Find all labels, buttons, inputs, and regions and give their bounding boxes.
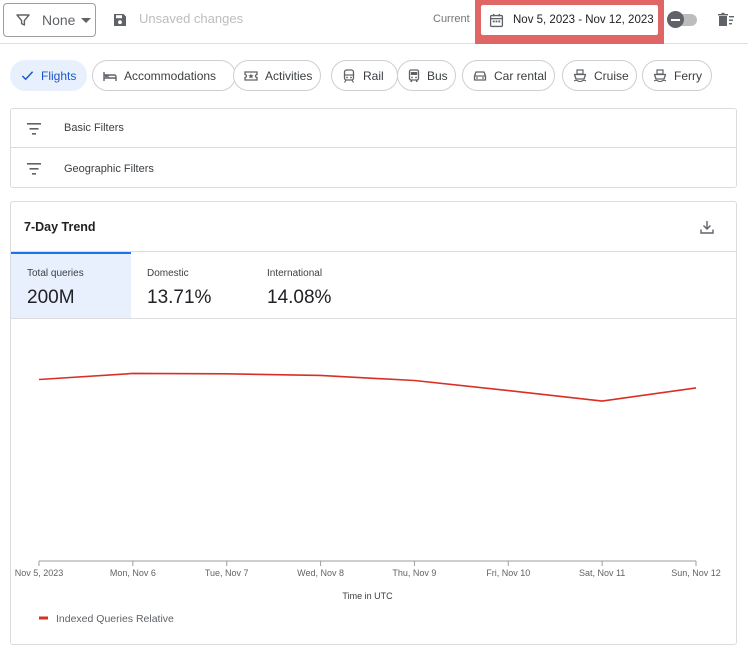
x-tick-label: Sat, Nov 11: [579, 568, 625, 578]
clear-all-icon[interactable]: [716, 10, 736, 30]
ship-icon: [573, 69, 587, 83]
filter-list-icon: [26, 162, 42, 176]
compare-toggle[interactable]: [667, 11, 697, 28]
basic-filters-row[interactable]: Basic Filters: [11, 109, 736, 148]
x-tick-label: Wed, Nov 8: [297, 568, 344, 578]
train-icon: [342, 68, 356, 83]
metrics-tabs: Total queries 200M Domestic 13.71% Inter…: [11, 252, 736, 319]
trend-card: 7-Day Trend Total queries 200M Domestic …: [10, 201, 737, 645]
basic-filters-label: Basic Filters: [64, 122, 124, 134]
chip-flights[interactable]: Flights: [10, 60, 87, 91]
metric-label: Domestic: [147, 268, 189, 279]
metric-label: Total queries: [27, 268, 84, 279]
save-icon[interactable]: [110, 10, 130, 30]
x-tick-label: Nov 5, 2023: [15, 568, 64, 578]
check-icon: [21, 69, 34, 83]
geographic-filters-label: Geographic Filters: [64, 162, 154, 175]
saved-filter-value: None: [42, 12, 76, 28]
chip-label: Car rental: [494, 68, 547, 83]
chip-label: Ferry: [674, 68, 702, 83]
chip-label: Accommodations: [124, 68, 217, 83]
x-axis-title: Time in UTC: [342, 591, 393, 601]
filter-panels: Basic Filters Geographic Filters: [10, 108, 737, 188]
metric-domestic[interactable]: Domestic 13.71%: [131, 252, 251, 318]
unsaved-changes-label: Unsaved changes: [139, 11, 244, 26]
ticket-icon: [244, 69, 258, 83]
metric-value: 200M: [27, 287, 75, 308]
metric-label: International: [267, 268, 323, 279]
download-icon[interactable]: [698, 218, 716, 236]
metric-value: 13.71%: [147, 287, 212, 308]
x-tick-label: Tue, Nov 7: [205, 568, 249, 578]
trend-card-header: 7-Day Trend: [11, 202, 736, 252]
metric-value: 14.08%: [267, 287, 332, 308]
chip-accommodations[interactable]: Accommodations: [92, 60, 236, 91]
top-toolbar: None Unsaved changes Current Nov 5, 2023…: [0, 0, 748, 44]
trend-line-chart: Nov 5, 2023 Mon, Nov 6 Tue, Nov 7 Wed, Nov …: [15, 372, 721, 625]
series-line: [38, 372, 697, 402]
chevron-down-icon: [81, 17, 92, 23]
chip-activities[interactable]: Activities: [233, 60, 321, 91]
date-range-picker[interactable]: Nov 5, 2023 - Nov 12, 2023: [481, 5, 658, 35]
x-tick-label: Sun, Nov 12: [671, 568, 721, 578]
metric-international[interactable]: International 14.08%: [251, 252, 381, 318]
saved-filter-select[interactable]: None: [3, 3, 96, 37]
chip-car-rental[interactable]: Car rental: [462, 60, 555, 91]
x-tick-label: Thu, Nov 9: [392, 568, 436, 578]
x-tick-label: Mon, Nov 6: [110, 568, 156, 578]
chip-rail[interactable]: Rail: [331, 60, 398, 91]
filter-icon: [14, 11, 32, 29]
filter-list-icon: [26, 122, 42, 136]
ferry-icon: [653, 69, 667, 83]
legend-label: Indexed Queries Relative: [56, 613, 174, 625]
chip-label: Rail: [363, 68, 384, 83]
chip-cruise[interactable]: Cruise: [562, 60, 637, 91]
bus-icon: [408, 68, 420, 83]
x-tick-label: Fri, Nov 10: [486, 568, 530, 578]
chip-ferry[interactable]: Ferry: [642, 60, 712, 91]
calendar-icon: [488, 12, 504, 28]
card-title: 7-Day Trend: [24, 220, 96, 234]
car-icon: [473, 69, 487, 83]
current-period-label: Current: [433, 13, 470, 25]
bed-icon: [103, 69, 117, 83]
chip-label: Flights: [41, 68, 77, 83]
chip-bus[interactable]: Bus: [397, 60, 456, 91]
chip-label: Activities: [265, 68, 313, 83]
toggle-thumb: [667, 11, 684, 28]
geographic-filters-row[interactable]: Geographic Filters: [11, 149, 736, 188]
metric-total-queries[interactable]: Total queries 200M: [11, 252, 131, 318]
chip-label: Cruise: [594, 68, 629, 83]
date-range-text: Nov 5, 2023 - Nov 12, 2023: [513, 14, 654, 26]
chip-label: Bus: [427, 68, 448, 83]
